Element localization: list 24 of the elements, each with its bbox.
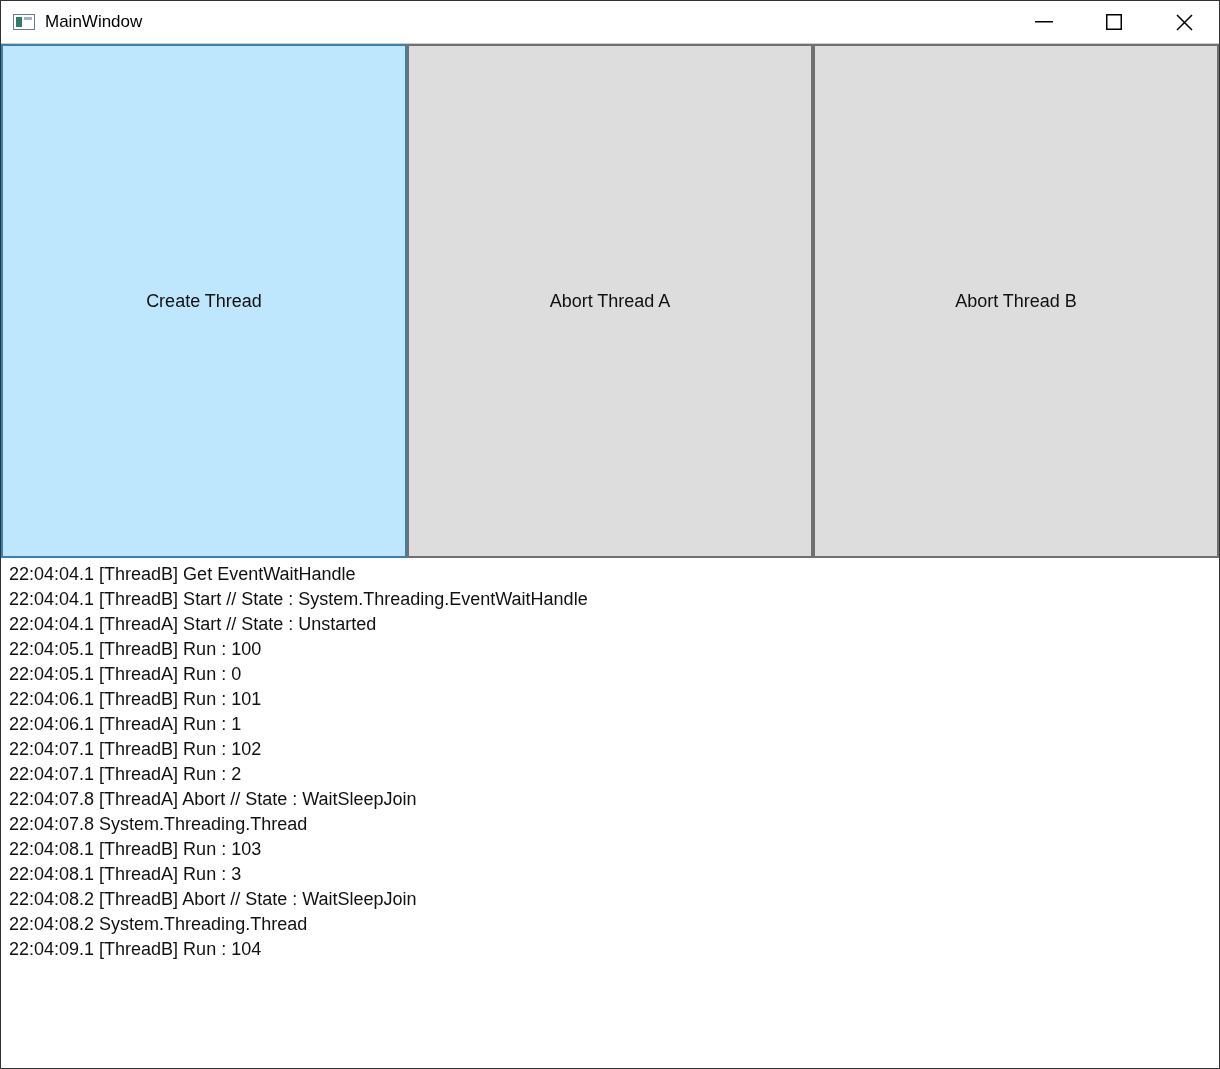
log-line: 22:04:04.1 [ThreadB] Get EventWaitHandle xyxy=(9,563,357,586)
maximize-icon xyxy=(1106,14,1122,30)
action-button[interactable]: Abort Thread A xyxy=(407,44,813,558)
log-line: 22:04:08.1 [ThreadB] Run : 103 xyxy=(9,838,263,861)
log-line: 22:04:07.8 System.Threading.Thread xyxy=(9,813,309,836)
action-button[interactable]: Abort Thread B xyxy=(813,44,1219,558)
log-line: 22:04:05.1 [ThreadA] Run : 0 xyxy=(9,663,243,686)
log-line: 22:04:08.1 [ThreadA] Run : 3 xyxy=(9,863,243,886)
action-button[interactable]: Create Thread xyxy=(1,44,407,558)
log-line: 22:04:07.1 [ThreadA] Run : 2 xyxy=(9,763,243,786)
window-title: MainWindow xyxy=(45,11,143,34)
log-line: 22:04:06.1 [ThreadB] Run : 101 xyxy=(9,688,263,711)
log-line: 22:04:07.8 [ThreadA] Abort // State : WaitSleepJoin xyxy=(9,788,418,811)
log-line: 22:04:05.1 [ThreadB] Run : 100 xyxy=(9,638,263,661)
log-line: 22:04:08.2 System.Threading.Thread xyxy=(9,913,309,936)
log-line: 22:04:07.1 [ThreadB] Run : 102 xyxy=(9,738,263,761)
minimize-icon xyxy=(1035,21,1053,23)
log-line: 22:04:08.2 [ThreadB] Abort // State : WaitSleepJoin xyxy=(9,888,418,911)
log-line: 22:04:04.1 [ThreadB] Start // State : System.Threading.EventWaitHandle xyxy=(9,588,589,611)
app-window-icon xyxy=(13,14,35,30)
log-line: 22:04:04.1 [ThreadA] Start // State : Unstarted xyxy=(9,613,378,636)
close-icon xyxy=(1175,13,1193,31)
log-line: 22:04:09.1 [ThreadB] Run : 104 xyxy=(9,938,263,961)
log-line: 22:04:06.1 [ThreadA] Run : 1 xyxy=(9,713,243,736)
